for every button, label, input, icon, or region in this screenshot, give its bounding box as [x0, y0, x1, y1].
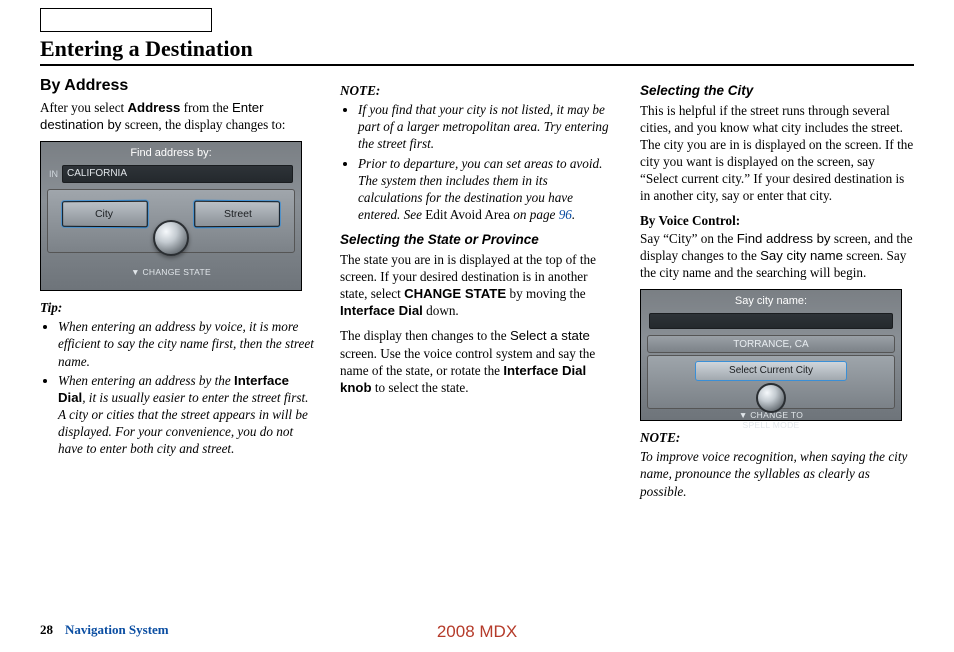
- city-input: [649, 313, 893, 329]
- footer-model: 2008 MDX: [437, 622, 517, 642]
- select-current-city-button[interactable]: Select Current City: [695, 361, 847, 381]
- text: by moving the: [506, 286, 586, 301]
- heading-by-address: By Address: [40, 76, 314, 97]
- nav-screenshot-find-address: Find address by: IN CALIFORNIA City Stre…: [40, 141, 302, 291]
- state-field: CALIFORNIA: [62, 165, 293, 183]
- device-input-row: [649, 313, 893, 329]
- device-body: Select Current City: [647, 355, 895, 409]
- top-empty-box: [40, 8, 212, 32]
- device-input-row: IN CALIFORNIA: [49, 165, 293, 183]
- interface-dial-icon[interactable]: [153, 220, 189, 256]
- page-link[interactable]: 96: [559, 207, 572, 222]
- street-button[interactable]: Street: [193, 200, 281, 229]
- city-button[interactable]: City: [61, 200, 149, 229]
- text-bold: Address: [128, 100, 181, 115]
- device-body: City Street: [47, 189, 295, 253]
- text: down.: [423, 303, 459, 318]
- voice-control-heading: By Voice Control:: [640, 213, 740, 228]
- in-label: IN: [49, 169, 58, 181]
- text: , it is usually easier to enter the stre…: [58, 390, 308, 456]
- tip-label: Tip:: [40, 299, 314, 316]
- column-2: NOTE: If you find that your city is not …: [340, 76, 614, 508]
- page-title: Entering a Destination: [40, 36, 914, 66]
- paragraph: This is helpful if the street runs throu…: [640, 102, 914, 205]
- column-layout: By Address After you select Address from…: [40, 76, 914, 508]
- column-3: Selecting the City This is helpful if th…: [640, 76, 914, 508]
- text-sans: Find address by: [737, 231, 831, 246]
- text-bold: Interface Dial: [340, 303, 423, 318]
- note-item: If you find that your city is not listed…: [358, 101, 614, 152]
- text: After you select: [40, 100, 128, 115]
- paragraph: The display then changes to the Select a…: [340, 327, 614, 396]
- tip-item: When entering an address by the Interfac…: [58, 372, 314, 458]
- text: .: [572, 207, 575, 222]
- heading-select-state: Selecting the State or Province: [340, 231, 614, 249]
- note-label: NOTE:: [640, 429, 914, 446]
- note-text: To improve voice recognition, when sayin…: [640, 448, 914, 499]
- text: on page: [510, 207, 559, 222]
- text: The display then changes to the: [340, 328, 510, 343]
- interface-dial-icon[interactable]: [756, 383, 786, 413]
- text-roman: Edit Avoid Area: [425, 207, 510, 222]
- text: screen, the display changes to:: [121, 117, 285, 132]
- tip-list: When entering an address by voice, it is…: [40, 318, 314, 457]
- note-list: If you find that your city is not listed…: [340, 101, 614, 223]
- text-sans: Select a state: [510, 328, 590, 343]
- change-state-label: ▼ CHANGE STATE: [41, 253, 301, 278]
- page-footer: 28 Navigation System 2008 MDX: [40, 622, 914, 638]
- text-sans: Say city name: [760, 248, 843, 263]
- column-1: By Address After you select Address from…: [40, 76, 314, 508]
- heading-select-city: Selecting the City: [640, 82, 914, 100]
- note-label: NOTE:: [340, 82, 614, 99]
- text: to select the state.: [372, 380, 469, 395]
- manual-page: Entering a Destination By Address After …: [0, 0, 954, 652]
- text: When entering an address by the: [58, 373, 234, 388]
- intro-text: After you select Address from the Enter …: [40, 99, 314, 133]
- tip-item: When entering an address by voice, it is…: [58, 318, 314, 369]
- note-item: Prior to departure, you can set areas to…: [358, 155, 614, 224]
- voice-control-block: By Voice Control: Say “City” on the Find…: [640, 212, 914, 281]
- paragraph: The state you are in is displayed at the…: [340, 251, 614, 320]
- city-display: TORRANCE, CA: [647, 335, 895, 353]
- text: from the: [180, 100, 232, 115]
- device-header: Say city name:: [641, 290, 901, 310]
- page-number: 28: [40, 622, 53, 638]
- text-bold: CHANGE STATE: [404, 286, 506, 301]
- device-header: Find address by:: [41, 142, 301, 162]
- footer-section-name: Navigation System: [65, 622, 169, 638]
- nav-screenshot-say-city: Say city name: TORRANCE, CA Select Curre…: [640, 289, 902, 421]
- text: Say “City” on the: [640, 231, 737, 246]
